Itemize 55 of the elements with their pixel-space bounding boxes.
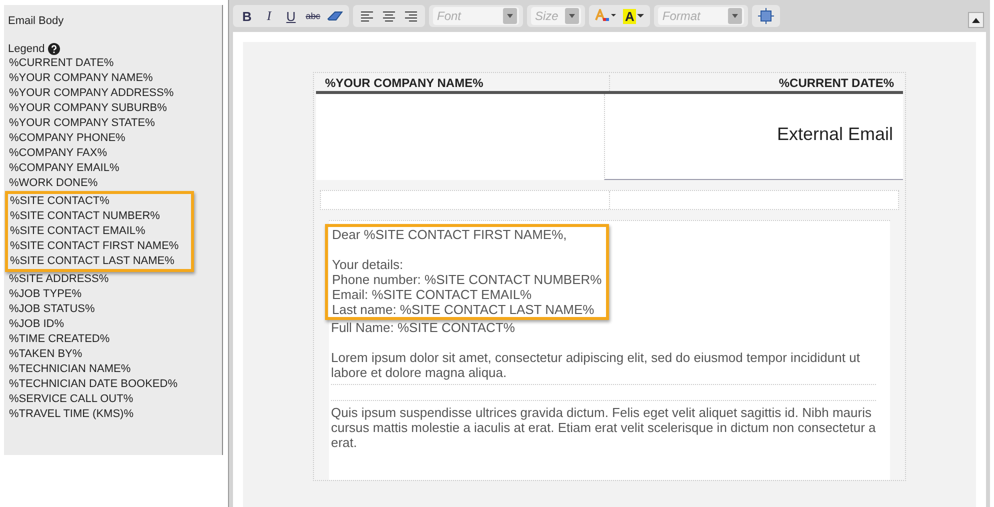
collapse-button[interactable] bbox=[968, 12, 984, 28]
placeholder-item[interactable]: %COMPANY EMAIL% bbox=[8, 161, 218, 176]
placeholder-item[interactable]: %WORK DONE% bbox=[8, 176, 218, 191]
placeholder-item[interactable]: %SITE CONTACT NUMBER% bbox=[9, 209, 191, 224]
placeholder-item[interactable]: %CURRENT DATE% bbox=[8, 56, 218, 71]
placeholder-item[interactable]: %TRAVEL TIME (KMS)% bbox=[8, 407, 218, 422]
dropdown-placeholder: Format bbox=[662, 9, 700, 23]
email-title: External Email bbox=[604, 94, 903, 180]
email-paragraph: Quis ipsum suspendisse ultrices gravida dictum. Felis eget velit aliquet sagittis id. Nibh mauris cursus mattis molestie a iaculis at erat. Etiam erat velit scelerisque in dictum non consectetur a erat. bbox=[331, 405, 876, 450]
align-right-icon bbox=[405, 10, 417, 22]
placeholder-item[interactable]: %TAKEN BY% bbox=[8, 347, 218, 362]
dropdown-placeholder: Font bbox=[437, 9, 462, 23]
up-arrow-icon bbox=[972, 17, 980, 23]
email-line: Last name: %SITE CONTACT LAST NAME% bbox=[332, 302, 596, 317]
dropdown-placeholder: Size bbox=[535, 9, 558, 23]
placeholder-item[interactable]: %SITE CONTACT FIRST NAME% bbox=[9, 239, 191, 254]
placeholder-item[interactable]: %SITE CONTACT LAST NAME% bbox=[9, 254, 191, 269]
email-line: Email: %SITE CONTACT EMAIL% bbox=[332, 287, 533, 302]
email-line: Full Name: %SITE CONTACT% bbox=[331, 320, 516, 335]
header-cell-text: %YOUR COMPANY NAME% bbox=[324, 75, 484, 91]
panel-title: Email Body bbox=[8, 15, 65, 27]
placeholder-item[interactable]: %SERVICE CALL OUT% bbox=[8, 392, 218, 407]
placeholder-item[interactable]: %YOUR COMPANY SUBURB% bbox=[8, 101, 218, 116]
placeholder-item[interactable]: %JOB ID% bbox=[8, 317, 218, 332]
align-center-icon bbox=[383, 10, 395, 22]
placeholder-item[interactable]: %COMPANY FAX% bbox=[8, 146, 218, 161]
maximize-button[interactable] bbox=[756, 7, 776, 25]
placeholder-item[interactable]: %TECHNICIAN DATE BOOKED% bbox=[8, 377, 218, 392]
eraser-icon bbox=[327, 10, 343, 22]
help-icon bbox=[48, 42, 60, 54]
email-line: Dear %SITE CONTACT FIRST NAME%, bbox=[332, 227, 568, 242]
header-cell: %CURRENT DATE% bbox=[609, 75, 903, 91]
bold-button[interactable]: B bbox=[237, 7, 257, 25]
email-paragraph: Lorem ipsum dolor sit amet, consectetur adipiscing elit, sed do eiusmod tempor incididunt ut labore et dolore magna aliqua. bbox=[331, 350, 861, 380]
placeholder-item[interactable]: %YOUR COMPANY STATE% bbox=[8, 116, 218, 131]
placeholder-item[interactable]: %YOUR COMPANY NAME% bbox=[8, 71, 218, 86]
legend-label: Legend bbox=[8, 42, 45, 54]
align-left-icon bbox=[361, 10, 373, 22]
placeholder-item[interactable]: %SITE CONTACT% bbox=[9, 194, 191, 209]
placeholder-item[interactable]: %YOUR COMPANY ADDRESS% bbox=[8, 86, 218, 101]
italic-button[interactable]: I bbox=[259, 7, 279, 25]
placeholder-item[interactable]: %JOB TYPE% bbox=[8, 287, 218, 302]
placeholder-item[interactable]: %COMPANY PHONE% bbox=[8, 131, 218, 146]
background-color-button[interactable]: A bbox=[621, 7, 646, 25]
placeholder-item[interactable]: %JOB STATUS% bbox=[8, 302, 218, 317]
email-line: Phone number: %SITE CONTACT NUMBER% bbox=[332, 272, 603, 287]
placeholder-item[interactable]: %TIME CREATED% bbox=[8, 332, 218, 347]
email-line: Your details: bbox=[332, 257, 404, 272]
strikethrough-button[interactable]: abc bbox=[303, 7, 323, 25]
placeholder-item[interactable]: %SITE CONTACT EMAIL% bbox=[9, 224, 191, 239]
underline-button[interactable]: U bbox=[281, 7, 301, 25]
placeholder-item[interactable]: %SITE ADDRESS% bbox=[8, 272, 218, 287]
text-color-icon bbox=[595, 9, 617, 23]
maximize-icon bbox=[758, 8, 774, 24]
placeholder-item[interactable]: %TECHNICIAN NAME% bbox=[8, 362, 218, 377]
